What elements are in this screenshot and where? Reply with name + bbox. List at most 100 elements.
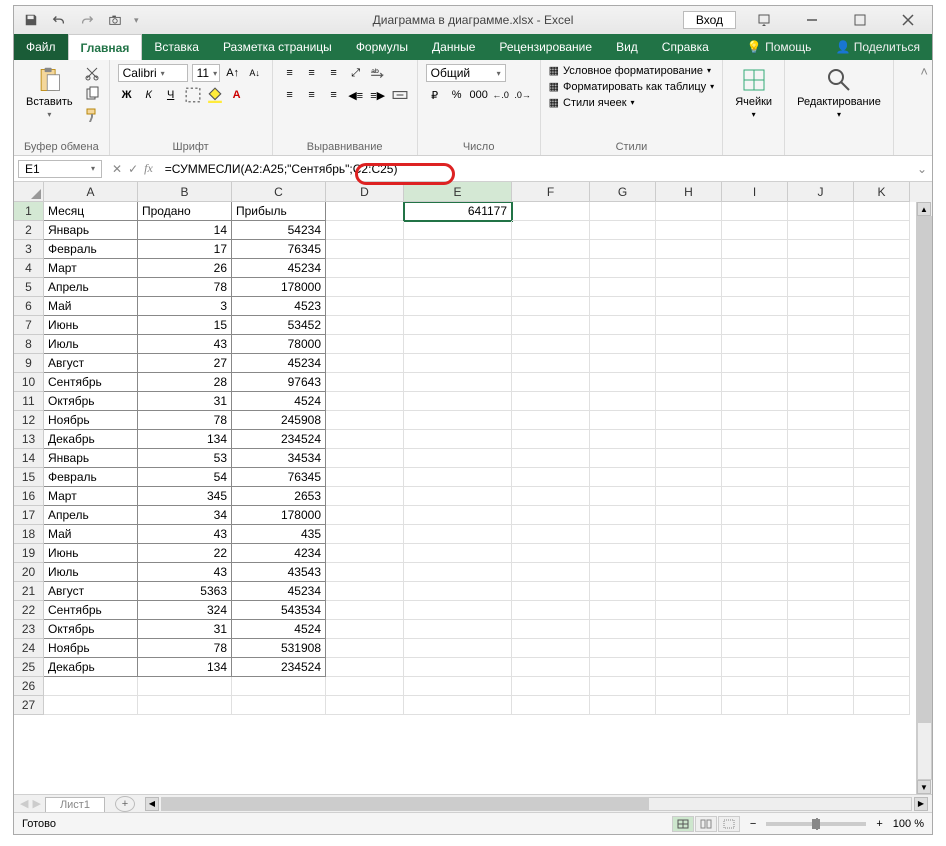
row-header[interactable]: 20 [14, 563, 44, 582]
cell[interactable] [512, 316, 590, 335]
cell[interactable] [326, 297, 404, 316]
col-header[interactable]: B [138, 182, 232, 202]
increase-font-icon[interactable]: A↑ [224, 64, 242, 82]
cell[interactable] [788, 468, 854, 487]
cell[interactable] [722, 658, 788, 677]
decrease-decimal-icon[interactable]: .0→ [514, 86, 532, 104]
share-button[interactable]: 👤 Поделиться [823, 34, 932, 60]
cell[interactable] [722, 202, 788, 221]
cell[interactable] [788, 544, 854, 563]
zoom-level[interactable]: 100 % [893, 818, 924, 830]
add-sheet-icon[interactable]: + [115, 796, 135, 812]
row-header[interactable]: 3 [14, 240, 44, 259]
row-header[interactable]: 8 [14, 335, 44, 354]
cell[interactable] [404, 544, 512, 563]
zoom-slider[interactable] [766, 822, 866, 826]
format-as-table-button[interactable]: ▦Форматировать как таблицу▾ [549, 80, 715, 93]
col-header[interactable]: H [656, 182, 722, 202]
cell[interactable] [326, 620, 404, 639]
cell[interactable] [656, 449, 722, 468]
sheet-tab[interactable]: Лист1 [45, 797, 105, 812]
align-top-icon[interactable]: ≡ [281, 64, 299, 82]
name-box[interactable]: E1▾ [18, 160, 102, 178]
cell[interactable] [656, 335, 722, 354]
cell[interactable] [854, 696, 910, 715]
cell[interactable]: 54234 [232, 221, 326, 240]
cell[interactable] [512, 487, 590, 506]
cell[interactable] [656, 468, 722, 487]
cell[interactable] [326, 202, 404, 221]
tab-insert[interactable]: Вставка [142, 34, 211, 60]
cell[interactable] [788, 297, 854, 316]
row-header[interactable]: 18 [14, 525, 44, 544]
cell[interactable] [722, 601, 788, 620]
cell[interactable] [590, 297, 656, 316]
cell[interactable] [326, 563, 404, 582]
scroll-down-icon[interactable]: ▼ [917, 780, 931, 794]
cell[interactable]: 234524 [232, 658, 326, 677]
cell[interactable] [512, 544, 590, 563]
cell[interactable]: Январь [44, 449, 138, 468]
row-header[interactable]: 4 [14, 259, 44, 278]
col-header[interactable]: I [722, 182, 788, 202]
cell[interactable]: 5363 [138, 582, 232, 601]
cell[interactable]: Август [44, 582, 138, 601]
cell[interactable] [326, 582, 404, 601]
cell[interactable] [854, 430, 910, 449]
cell[interactable] [722, 506, 788, 525]
cell[interactable] [512, 506, 590, 525]
cell[interactable]: 43543 [232, 563, 326, 582]
maximize-icon[interactable] [840, 8, 880, 32]
cell[interactable] [788, 506, 854, 525]
cell[interactable]: Февраль [44, 240, 138, 259]
sheet-nav-prev-icon[interactable]: ◀ [20, 797, 28, 810]
cell[interactable] [854, 354, 910, 373]
tab-file[interactable]: Файл [14, 34, 68, 60]
cell[interactable]: Октябрь [44, 620, 138, 639]
cell[interactable] [788, 525, 854, 544]
cell[interactable]: 53452 [232, 316, 326, 335]
cell[interactable] [404, 221, 512, 240]
view-page-break-icon[interactable] [718, 816, 740, 832]
cell[interactable]: 2653 [232, 487, 326, 506]
border-icon[interactable] [184, 86, 202, 104]
col-header[interactable]: C [232, 182, 326, 202]
cell[interactable] [656, 202, 722, 221]
cell[interactable] [854, 487, 910, 506]
wrap-text-icon[interactable]: ab [369, 64, 387, 82]
col-header[interactable]: J [788, 182, 854, 202]
cell[interactable] [722, 259, 788, 278]
cell[interactable]: 53 [138, 449, 232, 468]
cell[interactable]: 97643 [232, 373, 326, 392]
cell[interactable] [404, 411, 512, 430]
cell[interactable] [722, 354, 788, 373]
cell[interactable] [326, 221, 404, 240]
cell[interactable] [656, 392, 722, 411]
cell[interactable] [656, 620, 722, 639]
cell[interactable] [590, 468, 656, 487]
cell[interactable]: 76345 [232, 468, 326, 487]
cell[interactable]: Месяц [44, 202, 138, 221]
cell[interactable] [788, 373, 854, 392]
cell[interactable] [404, 525, 512, 544]
cell[interactable] [788, 259, 854, 278]
cell[interactable] [590, 677, 656, 696]
number-format-combo[interactable]: Общий▾ [426, 64, 506, 82]
cell[interactable] [590, 354, 656, 373]
cell[interactable] [722, 373, 788, 392]
horizontal-scrollbar[interactable]: ◀ ▶ [141, 795, 932, 812]
cell[interactable] [512, 430, 590, 449]
cell[interactable] [590, 373, 656, 392]
cell[interactable] [326, 449, 404, 468]
underline-icon[interactable]: Ч [162, 86, 180, 104]
cell[interactable] [722, 639, 788, 658]
cell[interactable] [512, 411, 590, 430]
cell[interactable] [512, 278, 590, 297]
cell[interactable] [788, 658, 854, 677]
cell[interactable]: 4234 [232, 544, 326, 563]
format-painter-icon[interactable] [83, 106, 101, 124]
cell[interactable] [404, 430, 512, 449]
cell[interactable] [512, 335, 590, 354]
cell[interactable] [722, 449, 788, 468]
cell[interactable] [788, 487, 854, 506]
